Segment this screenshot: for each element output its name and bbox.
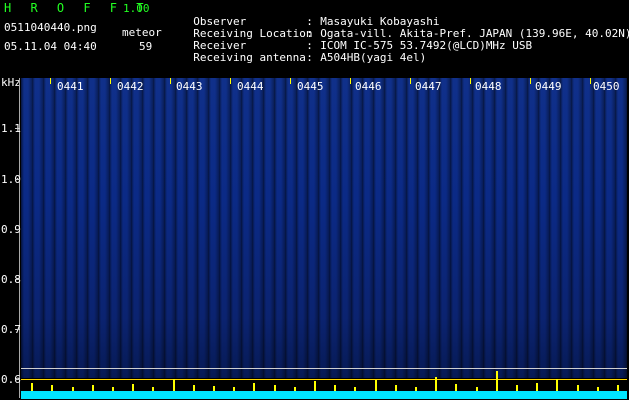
level-spike: [617, 385, 619, 391]
level-spike: [577, 385, 579, 391]
time-label: 0449: [535, 80, 562, 93]
level-spike: [51, 385, 53, 391]
level-spike: [294, 387, 296, 391]
level-spike: [375, 380, 377, 391]
info-label: Receiving antenna: [193, 51, 306, 64]
level-spike: [72, 387, 74, 391]
level-spike: [354, 387, 356, 391]
level-spike: [233, 387, 235, 391]
level-spike: [152, 387, 154, 391]
time-label: 0448: [475, 80, 502, 93]
time-tick: [170, 78, 171, 84]
level-spike: [112, 387, 114, 391]
time-tick: [110, 78, 111, 84]
level-spike: [516, 385, 518, 391]
level-spike: [253, 383, 255, 391]
info-row-antenna: Receiving antenna: A504HB(yagi 4el): [180, 40, 426, 64]
noise-floor-fill: [21, 391, 627, 399]
level-spike: [415, 387, 417, 391]
level-spike: [314, 381, 316, 391]
level-spike: [173, 379, 175, 391]
y-tick-mark: [15, 128, 20, 129]
level-spike: [496, 371, 498, 391]
level-spike: [213, 386, 215, 391]
level-spike: [556, 379, 558, 391]
app-version: 1.00: [123, 2, 150, 15]
time-label: 0445: [297, 80, 324, 93]
level-spike: [536, 383, 538, 391]
info-colon: :: [306, 51, 313, 64]
time-label: 0447: [415, 80, 442, 93]
level-spike: [132, 384, 134, 391]
info-value: A504HB(yagi 4el): [320, 51, 427, 64]
meteor-count: 59: [139, 40, 153, 53]
time-label: 0450: [593, 80, 620, 93]
signal-level-strip: [21, 368, 627, 399]
y-tick-mark: [15, 329, 20, 330]
y-tick-mark: [15, 179, 20, 180]
level-spike: [435, 377, 437, 391]
level-spike: [92, 385, 94, 391]
time-tick: [530, 78, 531, 84]
y-tick-mark: [15, 279, 20, 280]
time-tick: [590, 78, 591, 84]
level-spike: [274, 385, 276, 391]
spectrogram-panel: kHz 1.1 1.0 0.9 0.8 0.7 0.6 0441 0442 04…: [0, 76, 629, 400]
level-spike: [334, 385, 336, 391]
y-tick-mark: [15, 379, 20, 380]
level-reference-line: [21, 379, 627, 380]
y-tick-mark: [15, 229, 20, 230]
time-tick: [230, 78, 231, 84]
meteor-label: meteor: [122, 26, 162, 39]
time-label: 0444: [237, 80, 264, 93]
level-spike: [597, 387, 599, 391]
level-spike: [476, 387, 478, 391]
spectrogram-image: [21, 78, 627, 378]
time-tick: [350, 78, 351, 84]
time-tick: [470, 78, 471, 84]
level-spike: [31, 383, 33, 391]
time-tick: [50, 78, 51, 84]
level-spike: [395, 385, 397, 391]
y-axis-unit: kHz: [1, 76, 21, 89]
time-tick: [410, 78, 411, 84]
level-spike: [193, 385, 195, 391]
filename-label: 0511040440.png: [4, 21, 97, 34]
datetime-label: 05.11.04 04:40: [4, 40, 97, 53]
time-label: 0446: [355, 80, 382, 93]
time-tick: [290, 78, 291, 84]
time-label: 0443: [176, 80, 203, 93]
level-spike: [455, 384, 457, 391]
time-label: 0442: [117, 80, 144, 93]
time-label: 0441: [57, 80, 84, 93]
